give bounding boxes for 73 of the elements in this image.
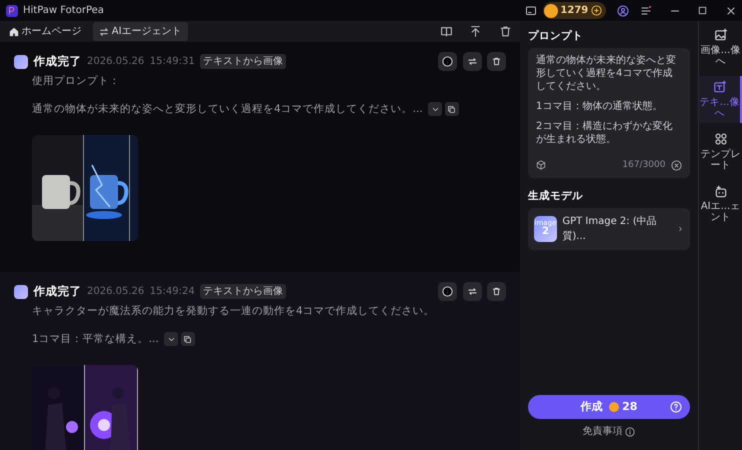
trash-button[interactable] xyxy=(487,282,506,301)
prompt-field[interactable]: 通常の物体が未来的な姿へと変形していく過程を4コマで作成してください。 1コマ目：物体の通常状態。 2コマ目：構造にわずかな変化が生まれる状態。 167/3000 xyxy=(528,48,690,178)
regenerate-button[interactable] xyxy=(462,52,482,71)
create-button[interactable]: 作成 28 xyxy=(528,394,690,419)
model-avatar xyxy=(14,284,28,298)
prompt-label: プロンプト xyxy=(528,29,584,44)
regenerate-button[interactable] xyxy=(462,282,482,301)
maximize-icon[interactable] xyxy=(697,5,708,16)
info-icon xyxy=(442,56,453,67)
model-name: GPT Image 2: (中品質)... xyxy=(562,214,658,244)
copy-button[interactable] xyxy=(444,102,459,116)
screen-icon[interactable] xyxy=(525,4,538,16)
nav-tab[interactable]: ホームページ xyxy=(2,22,88,41)
char-count: 167/3000 xyxy=(622,158,666,172)
p-mark-icon xyxy=(7,6,16,15)
rail-tab[interactable]: 画像...像へ xyxy=(699,24,742,70)
date-text: 2026.05.26 xyxy=(87,285,144,299)
cube-icon[interactable] xyxy=(536,160,546,170)
expand-button[interactable] xyxy=(164,332,178,346)
image-icon xyxy=(714,28,728,42)
info-icon xyxy=(442,286,453,297)
date-text: 2026.05.26 xyxy=(87,55,144,69)
book-icon[interactable] xyxy=(440,25,453,38)
help-icon[interactable] xyxy=(670,400,682,413)
home-icon xyxy=(8,26,19,36)
model-avatar xyxy=(14,54,28,68)
cost-text: 28 xyxy=(622,398,638,414)
credits-count: 1279 xyxy=(560,4,588,18)
trash-icon xyxy=(491,286,502,297)
prompt-text: 通常の物体が未来的な姿へと変形していく過程を4コマで作成してください。... xyxy=(32,102,423,116)
rail-tab[interactable]: テキ...像へ xyxy=(699,76,742,123)
menu-icon[interactable] xyxy=(640,4,652,16)
thumb-number: 2 xyxy=(542,227,549,237)
user-icon[interactable] xyxy=(617,4,629,16)
status-title: 作成完了 xyxy=(34,52,82,70)
info-button[interactable] xyxy=(438,282,457,301)
trash-button[interactable] xyxy=(487,52,506,71)
trash-icon xyxy=(491,56,502,67)
info-button[interactable] xyxy=(438,52,457,71)
robot-icon xyxy=(714,184,728,198)
regenerate-icon xyxy=(466,286,478,297)
nav-tab[interactable]: AIエージェント xyxy=(93,22,188,41)
info-icon[interactable] xyxy=(625,426,636,437)
type-tag: テキストから画像 xyxy=(200,284,286,299)
disclaimer-link[interactable]: 免責事項 xyxy=(582,424,623,440)
grid-icon xyxy=(714,132,728,146)
chevron-right-icon xyxy=(676,224,684,232)
swap-icon xyxy=(99,26,109,36)
prompt-text: 1コマ目：平常な構え。... xyxy=(32,332,159,346)
time-text: 15:49:31 xyxy=(150,55,195,69)
plus-icon[interactable] xyxy=(591,5,602,16)
copy-button[interactable] xyxy=(180,332,195,346)
time-text: 15:49:24 xyxy=(150,285,195,299)
prompt-text: 使用プロンプト： xyxy=(32,74,120,89)
coin-icon xyxy=(609,402,620,412)
trash-icon[interactable] xyxy=(498,25,512,38)
close-icon[interactable] xyxy=(724,4,736,16)
status-title: 作成完了 xyxy=(34,282,82,300)
model-label: 生成モデル xyxy=(528,189,584,204)
text-image-icon xyxy=(712,80,726,94)
copy-icon xyxy=(447,104,456,114)
window-title: HitPaw FotorPea xyxy=(23,4,104,18)
copy-icon xyxy=(183,334,192,344)
type-tag: テキストから画像 xyxy=(200,54,286,69)
clear-icon[interactable] xyxy=(671,160,682,171)
upload-icon[interactable] xyxy=(469,25,482,38)
prompt-text: キャラクターが魔法系の能力を発動する一連の動作を4コマで作成してください。 xyxy=(32,304,435,319)
credits-badge[interactable]: 1279 xyxy=(542,2,606,19)
expand-button[interactable] xyxy=(428,102,442,116)
rail-tab[interactable]: テンプレート xyxy=(699,128,742,175)
coin-icon xyxy=(544,4,558,18)
rail-tab[interactable]: AIエ...ェント xyxy=(699,180,742,228)
regenerate-icon xyxy=(466,56,478,67)
